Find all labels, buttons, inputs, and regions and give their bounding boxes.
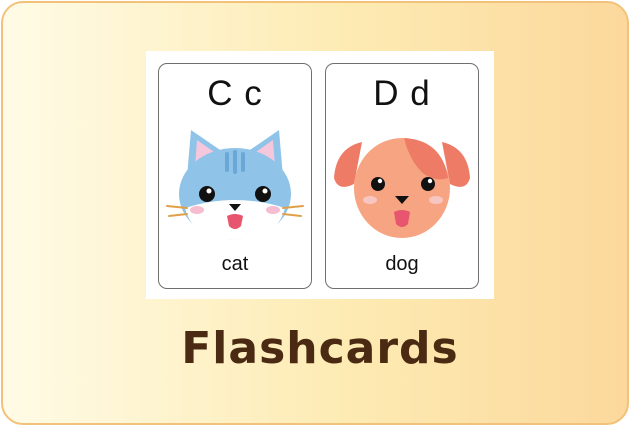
cat-face-icon: [166, 130, 304, 240]
flashcards-tile[interactable]: C c cat D d dog Flashcards: [1, 1, 629, 425]
tile-title: Flashcards: [181, 323, 459, 374]
flashcard-cat: C c cat: [158, 63, 312, 289]
card-word: dog: [385, 253, 419, 275]
card-letters: D d: [373, 74, 431, 113]
flashcard-dog: D d dog: [325, 63, 479, 289]
dog-face-icon: [334, 138, 470, 238]
flashcards-thumbnail: C c cat D d dog: [146, 51, 494, 299]
card-word: cat: [221, 253, 249, 275]
card-letters: C c: [207, 74, 263, 113]
